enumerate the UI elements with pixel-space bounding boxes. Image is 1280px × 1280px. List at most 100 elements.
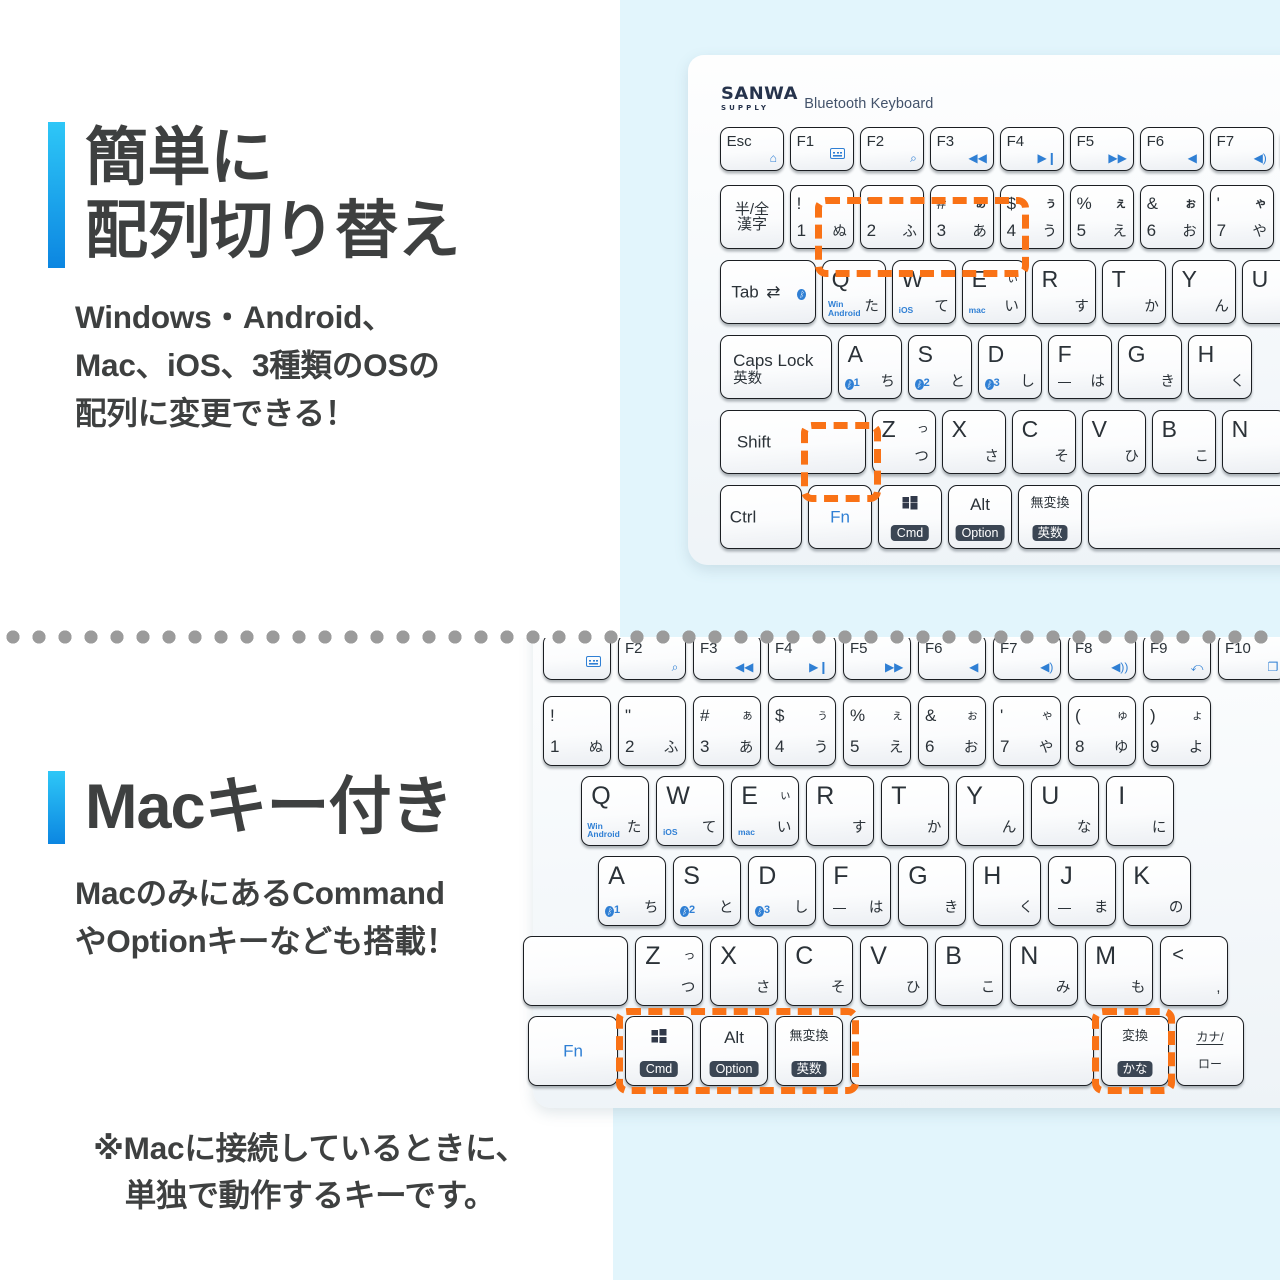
key-m[interactable]: M も [1085, 936, 1153, 1006]
key-6[interactable]: & ぉ 6 お [1140, 185, 1204, 249]
key-1[interactable]: ! 1 ぬ [543, 696, 611, 766]
key-w[interactable]: W iOS て [892, 260, 956, 324]
key-f8[interactable]: F8 ◀)) [1068, 638, 1136, 680]
key-3[interactable]: # ぁ 3 あ [930, 185, 994, 249]
key-alt-option[interactable]: Alt Option [948, 485, 1012, 549]
key-w[interactable]: W iOS て [656, 776, 724, 846]
key-b[interactable]: B こ [1152, 410, 1216, 474]
key-b[interactable]: B こ [935, 936, 1003, 1006]
key-e[interactable]: E ぃ mac い [731, 776, 799, 846]
key-f2[interactable]: F2 ⌕ [618, 638, 686, 680]
key-n[interactable]: N み [1010, 936, 1078, 1006]
key-c[interactable]: C そ [1012, 410, 1076, 474]
key-f5[interactable]: F5 ▶▶ [843, 638, 911, 680]
volume-down-icon: ◀) [1253, 151, 1267, 166]
key-s[interactable]: S ᛒ2 と [908, 335, 972, 399]
key-i[interactable]: I に [1106, 776, 1174, 846]
key-windows-cmd[interactable]: Cmd [878, 485, 942, 549]
key-7[interactable]: ' ゃ 7 や [1210, 185, 1274, 249]
key-fn[interactable]: Fn [528, 1016, 618, 1086]
page-title: 簡単に 配列切り替え [85, 123, 461, 267]
key-space[interactable] [850, 1016, 1094, 1086]
key-katakana-romaji[interactable]: カナ/ ロー [1176, 1016, 1244, 1086]
key-s[interactable]: S ᛒ2 と [673, 856, 741, 926]
key-f1[interactable] [543, 638, 611, 680]
key-alt-option[interactable]: Alt Option [700, 1016, 768, 1086]
bluetooth-icon: ᛒ [679, 905, 689, 917]
key-tab[interactable]: Tab ⇄ ᛒ [720, 260, 816, 324]
key-5[interactable]: % ぇ 5 え [1070, 185, 1134, 249]
underscore-mark [833, 908, 847, 910]
key-f2[interactable]: F2 ⌕ [860, 127, 924, 171]
key-y[interactable]: Y ん [956, 776, 1024, 846]
key-z[interactable]: Z っ つ [635, 936, 703, 1006]
key-f7[interactable]: F7 ◀) [1210, 127, 1274, 171]
key-f1[interactable]: F1 [790, 127, 854, 171]
key-f3[interactable]: F3 ◀◀ [930, 127, 994, 171]
key-8[interactable]: ( ゅ 8 ゆ [1068, 696, 1136, 766]
key-r[interactable]: R す [1032, 260, 1096, 324]
key-v[interactable]: V ひ [1082, 410, 1146, 474]
key-1[interactable]: ! 1 ぬ [790, 185, 854, 249]
key-f6[interactable]: F6 ◀ [918, 638, 986, 680]
key-j[interactable]: J ま [1048, 856, 1116, 926]
key-5[interactable]: % ぇ 5 え [843, 696, 911, 766]
key-c[interactable]: C そ [785, 936, 853, 1006]
key-x[interactable]: X さ [942, 410, 1006, 474]
key-f5[interactable]: F5 ▶▶ [1070, 127, 1134, 171]
key-7[interactable]: ' ゃ 7 や [993, 696, 1061, 766]
key-g[interactable]: G き [898, 856, 966, 926]
key-esc[interactable]: Esc ⌂ [720, 127, 784, 171]
key-shift[interactable]: Shift [720, 410, 866, 474]
key-9[interactable]: ) ょ 9 よ [1143, 696, 1211, 766]
key-u[interactable]: U な [1031, 776, 1099, 846]
windows-icon [651, 1029, 667, 1047]
key-f[interactable]: F は [1048, 335, 1112, 399]
underscore-mark [1058, 908, 1072, 910]
key-3[interactable]: # ぁ 3 あ [693, 696, 761, 766]
key-2[interactable]: " 2 ふ [618, 696, 686, 766]
key-4[interactable]: $ ぅ 4 う [1000, 185, 1064, 249]
key-x[interactable]: X さ [710, 936, 778, 1006]
key-fn[interactable]: Fn [808, 485, 872, 549]
key-henkan-kana[interactable]: 変換 かな [1101, 1016, 1169, 1086]
key-comma[interactable]: < , [1160, 936, 1228, 1006]
key-f[interactable]: F は [823, 856, 891, 926]
key-4[interactable]: $ ぅ 4 う [768, 696, 836, 766]
key-e[interactable]: E ぃ mac い [962, 260, 1026, 324]
play-pause-icon: ▶❙ [809, 659, 829, 674]
key-muhenkan-eisu[interactable]: 無変換 英数 [1018, 485, 1082, 549]
key-space[interactable] [1088, 485, 1280, 549]
key-f7[interactable]: F7 ◀) [993, 638, 1061, 680]
key-v[interactable]: V ひ [860, 936, 928, 1006]
key-u[interactable]: U な [1242, 260, 1280, 324]
key-2[interactable]: " 2 ふ [860, 185, 924, 249]
key-6[interactable]: & ぉ 6 お [918, 696, 986, 766]
key-h[interactable]: H く [1188, 335, 1252, 399]
key-a[interactable]: A ᛒ1 ち [838, 335, 902, 399]
key-t[interactable]: T か [881, 776, 949, 846]
key-k[interactable]: K の [1123, 856, 1191, 926]
key-f6[interactable]: F6 ◀ [1140, 127, 1204, 171]
key-t[interactable]: T か [1102, 260, 1166, 324]
key-hankaku-zenkaku[interactable]: 半/全 漢字 [720, 185, 784, 249]
key-h[interactable]: H く [973, 856, 1041, 926]
key-ctrl[interactable]: Ctrl [720, 485, 802, 549]
key-y[interactable]: Y ん [1172, 260, 1236, 324]
key-caps-lock[interactable]: Caps Lock 英数 [720, 335, 832, 399]
key-muhenkan-eisu[interactable]: 無変換 英数 [775, 1016, 843, 1086]
product-feature-image: SANWA SUPPLY Bluetooth Keyboard Esc ⌂ F1… [0, 0, 1280, 1280]
key-r[interactable]: R す [806, 776, 874, 846]
key-n[interactable]: N [1222, 410, 1280, 474]
key-q[interactable]: Q Win Android た [822, 260, 886, 324]
key-f4[interactable]: F4 ▶❙ [1000, 127, 1064, 171]
key-g[interactable]: G き [1118, 335, 1182, 399]
key-windows-cmd[interactable]: Cmd [625, 1016, 693, 1086]
key-f9[interactable]: F9 ⤺ [1143, 638, 1211, 680]
key-f10[interactable]: F10 ❐ [1218, 638, 1280, 680]
key-z[interactable]: Z っ つ [872, 410, 936, 474]
key-d[interactable]: D ᛒ3 し [978, 335, 1042, 399]
key-f3[interactable]: F3 ◀◀ [693, 638, 761, 680]
key-d[interactable]: D ᛒ3 し [748, 856, 816, 926]
key-f4[interactable]: F4 ▶❙ [768, 638, 836, 680]
